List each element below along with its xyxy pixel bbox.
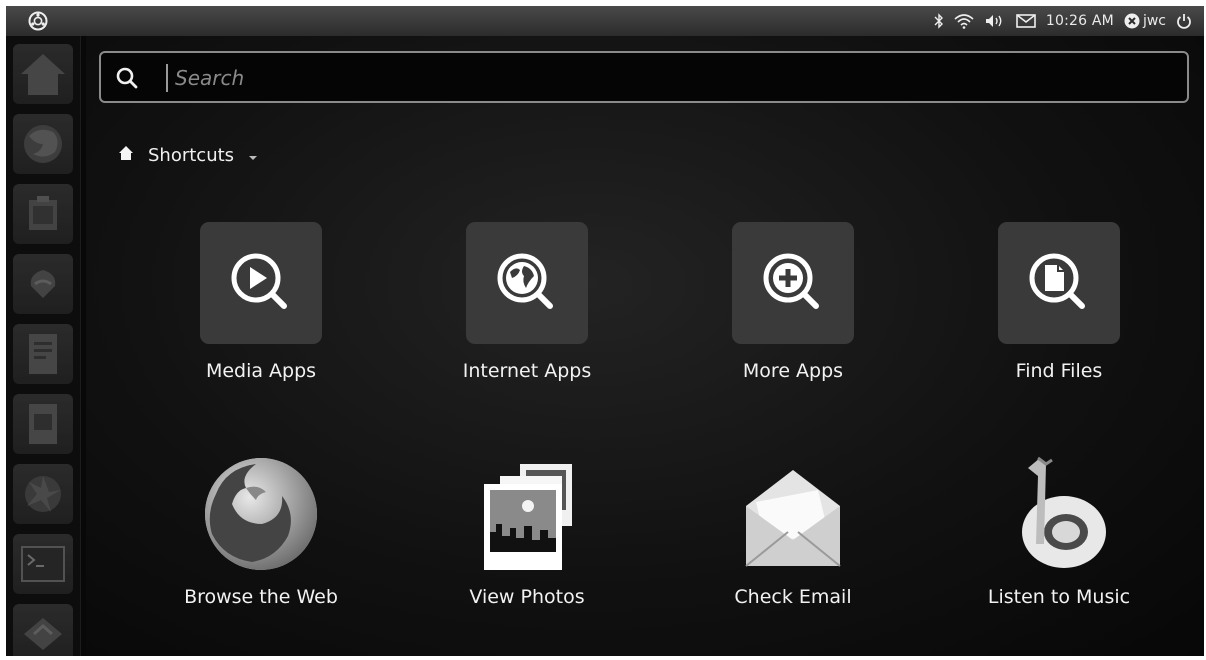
user-icon (1124, 13, 1140, 29)
globe-search-icon (497, 253, 553, 309)
app-view-photos[interactable]: View Photos (427, 454, 627, 608)
shortcut-more-apps[interactable]: More Apps (693, 222, 893, 382)
file-search-icon (1029, 253, 1085, 309)
ubuntu-logo-icon[interactable] (28, 11, 48, 31)
text-caret (166, 64, 168, 92)
launcher-home-icon[interactable] (13, 44, 73, 104)
shortcut-label: Find Files (1015, 360, 1103, 382)
shortcut-find-files[interactable]: Find Files (959, 222, 1159, 382)
shortcut-label: Media Apps (205, 360, 317, 382)
email-icon (745, 470, 841, 567)
user-menu[interactable]: jwc (1124, 13, 1166, 29)
search-icon (115, 66, 139, 90)
shortcut-label: Internet Apps (462, 360, 592, 382)
launcher-presentation-icon[interactable] (13, 394, 73, 454)
launcher-firefox-icon[interactable] (13, 114, 73, 174)
shortcut-tile (466, 222, 588, 344)
shortcut-media-apps[interactable]: Media Apps (161, 222, 361, 382)
desktop: 10:26 AM jwc Search Shortcuts Media Apps… (6, 6, 1204, 656)
launcher-inkscape-icon[interactable] (13, 254, 73, 314)
app-label: Listen to Music (987, 586, 1131, 608)
dropdown-arrow-icon (248, 146, 258, 165)
banshee-icon (1022, 456, 1106, 568)
launcher-archive-icon[interactable] (13, 184, 73, 244)
top-panel: 10:26 AM jwc (6, 6, 1204, 36)
shortcut-tile (200, 222, 322, 344)
mail-icon[interactable] (1016, 14, 1036, 28)
launcher-document-icon[interactable] (13, 324, 73, 384)
filter-label: Shortcuts (148, 144, 235, 166)
lens-filter[interactable]: Shortcuts (118, 141, 258, 169)
clock[interactable]: 10:26 AM (1046, 13, 1114, 29)
media-search-icon (231, 253, 287, 309)
launcher-update-icon[interactable] (13, 604, 73, 656)
search-input[interactable] (173, 62, 1137, 94)
app-label: Browse the Web (184, 586, 338, 608)
shortcut-tile (998, 222, 1120, 344)
app-label: Check Email (734, 586, 852, 608)
app-label: View Photos (469, 586, 585, 608)
launcher-terminal-icon[interactable] (13, 534, 73, 594)
home-icon (118, 145, 134, 165)
search-bar (99, 51, 1189, 103)
bluetooth-icon[interactable] (934, 13, 944, 29)
app-listen-to-music[interactable]: Listen to Music (959, 454, 1159, 608)
launcher (6, 36, 81, 656)
user-name: jwc (1142, 13, 1166, 29)
dash: Shortcuts Media Apps (86, 36, 1204, 656)
firefox-icon (205, 458, 317, 570)
shortcut-tile (732, 222, 854, 344)
launcher-shutter-icon[interactable] (13, 464, 73, 524)
indicator-area: 10:26 AM jwc (934, 6, 1192, 36)
shortcut-internet-apps[interactable]: Internet Apps (427, 222, 627, 382)
shortcut-label: More Apps (742, 360, 844, 382)
power-icon[interactable] (1176, 13, 1192, 29)
wifi-icon[interactable] (954, 13, 974, 29)
plus-search-icon (763, 253, 819, 309)
photos-icon (484, 464, 572, 570)
app-browse-the-web[interactable]: Browse the Web (161, 454, 361, 608)
app-check-email[interactable]: Check Email (693, 454, 893, 608)
volume-icon[interactable] (984, 13, 1006, 29)
